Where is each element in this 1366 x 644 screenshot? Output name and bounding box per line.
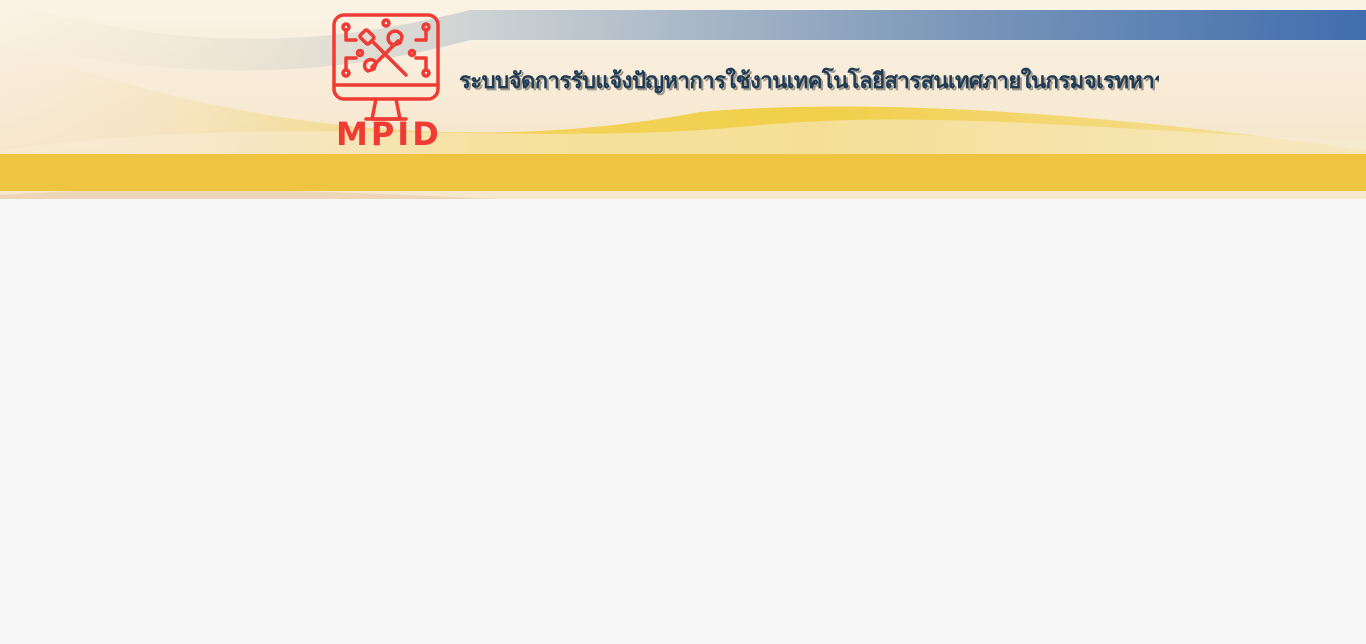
- header-yellow-bar: [0, 154, 1366, 191]
- site-title: ระบบจัดการรับแจ้งปัญหาการใช้งานเทคโนโลยี…: [459, 69, 1159, 94]
- main-content-area: [0, 199, 1366, 644]
- logo-text[interactable]: MPID: [336, 114, 439, 154]
- site-header: MPID ระบบจัดการรับแจ้งปัญหาการใช้งานเทคโ…: [0, 0, 1366, 199]
